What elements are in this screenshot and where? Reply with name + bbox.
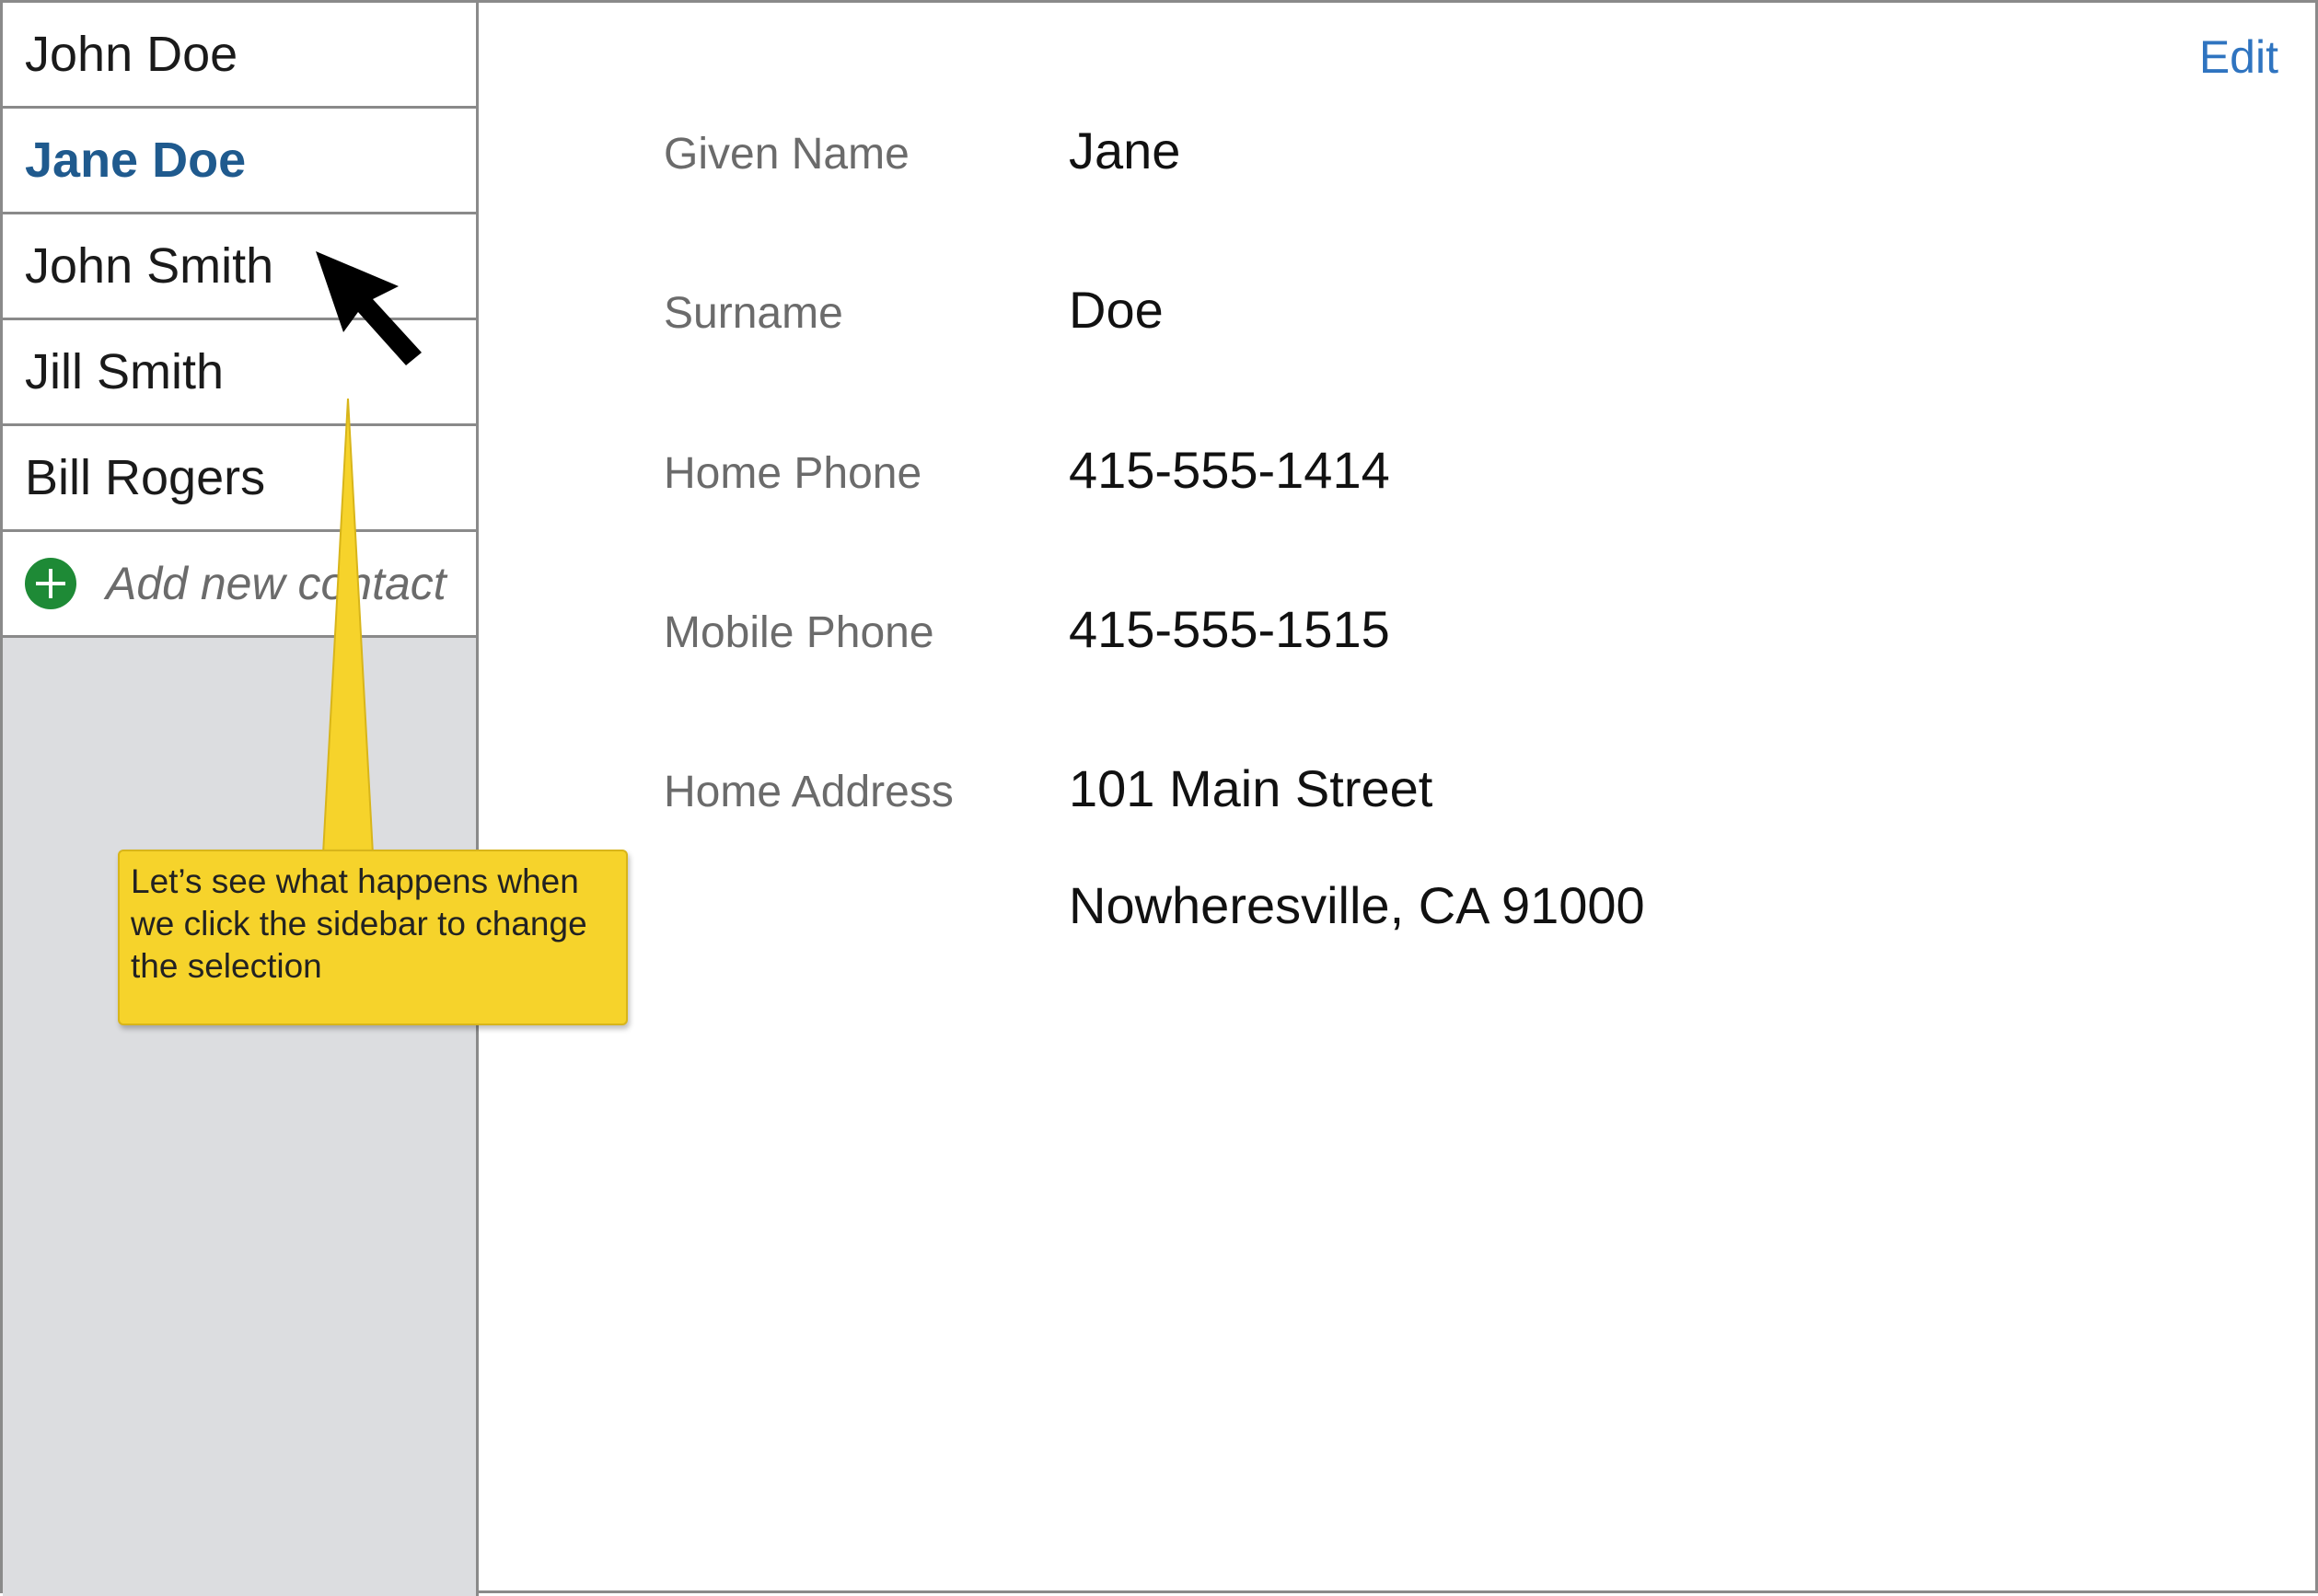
given-name-value: Jane — [1069, 121, 1181, 179]
add-contact-label: Add new contact — [106, 558, 446, 609]
add-contact-button[interactable]: Add new contact — [3, 532, 476, 638]
given-name-row: Given Name Jane — [664, 121, 1180, 180]
sidebar: John Doe Jane Doe John Smith Jill Smith … — [3, 3, 479, 1596]
surname-row: Surname Doe — [664, 280, 1164, 340]
contact-name: John Doe — [25, 27, 238, 82]
mobile-phone-value: 415-555-1515 — [1069, 600, 1390, 658]
app-window: John Doe Jane Doe John Smith Jill Smith … — [0, 0, 2318, 1596]
annotation-callout: Let’s see what happens when we click the… — [118, 850, 628, 1025]
contact-item-bill-rogers[interactable]: Bill Rogers — [3, 426, 476, 532]
home-phone-label: Home Phone — [664, 449, 922, 498]
contact-name: Bill Rogers — [25, 450, 266, 505]
cursor-arrow-icon — [316, 251, 422, 365]
contact-name: John Smith — [25, 238, 274, 294]
surname-label: Surname — [664, 289, 843, 338]
contact-name: Jill Smith — [25, 344, 225, 399]
mobile-phone-label: Mobile Phone — [664, 608, 934, 657]
home-address-line2: Nowheresville, CA 91000 — [1069, 876, 1645, 934]
surname-value: Doe — [1069, 281, 1164, 339]
edit-button[interactable]: Edit — [2199, 30, 2278, 84]
mobile-phone-row: Mobile Phone 415-555-1515 — [664, 599, 1390, 659]
contact-name: Jane Doe — [25, 133, 247, 188]
home-phone-value: 415-555-1414 — [1069, 441, 1390, 499]
plus-circle-icon — [25, 558, 76, 609]
home-address-line1: 101 Main Street — [1069, 759, 1433, 817]
given-name-label: Given Name — [664, 130, 910, 179]
home-address-row: Home Address 101 Main Street — [664, 758, 1432, 818]
contact-item-jane-doe[interactable]: Jane Doe — [3, 109, 476, 214]
home-phone-row: Home Phone 415-555-1414 — [664, 440, 1390, 500]
callout-text: Let’s see what happens when we click the… — [131, 862, 587, 985]
home-address-label: Home Address — [664, 768, 954, 816]
contact-item-john-doe[interactable]: John Doe — [3, 3, 476, 109]
